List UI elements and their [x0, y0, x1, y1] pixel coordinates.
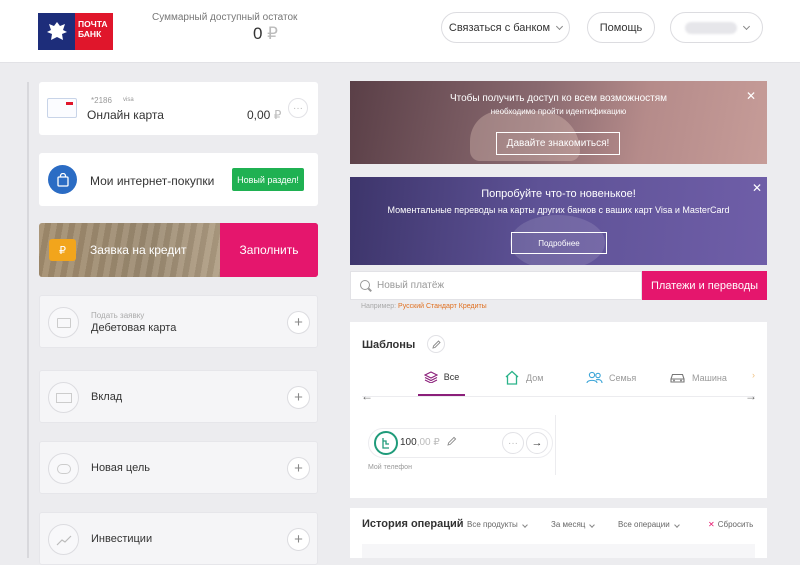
left-scroll-track [27, 82, 29, 558]
shopping-bag-icon [48, 165, 77, 194]
close-icon[interactable]: ✕ [746, 89, 756, 103]
debit-card-icon [48, 307, 79, 338]
card-more-button[interactable]: ··· [288, 98, 308, 118]
user-name-blurred [684, 21, 737, 34]
eagle-emblem-icon [38, 13, 75, 50]
identification-banner-subtext: необходимо пройти идентификацию [490, 107, 627, 116]
piggy-bank-icon [48, 453, 79, 484]
new-payment-search [350, 271, 642, 300]
new-goal-label: Новая цель [91, 462, 150, 474]
hint-example-link[interactable]: Русский Стандарт Кредиты [398, 303, 487, 310]
deposit-label: Вклад [91, 391, 123, 403]
new-payment-input[interactable] [377, 272, 637, 299]
deposit-icon [48, 382, 79, 413]
tab-car[interactable]: Машина [669, 359, 727, 396]
user-menu-button[interactable] [670, 12, 763, 43]
phone-payment-icon [374, 431, 398, 455]
pochta-bank-logo[interactable]: ПОЧТА БАНК [38, 13, 113, 50]
identification-banner-text: Чтобы получить доступ ко всем возможност… [449, 93, 668, 104]
identification-banner: Чтобы получить доступ ко всем возможност… [350, 81, 767, 164]
history-row-placeholder [362, 544, 755, 558]
credit-application-tile[interactable]: ₽ Заявка на кредит Заполнить [39, 223, 318, 277]
arrow-left-icon[interactable]: ← [361, 389, 373, 403]
templates-panel: Шаблоны Все Дом Семья Машина › ← → 100,0… [350, 322, 767, 498]
chevron-down-icon [521, 522, 528, 528]
transfers-promo-title: Попробуйте что-то новенькое! [481, 188, 636, 200]
edit-templates-button[interactable] [427, 335, 445, 353]
total-balance-label: Суммарный доступный остаток [152, 12, 298, 23]
investments-label: Инвестиции [91, 533, 153, 545]
more-details-button[interactable]: Подробнее [511, 232, 607, 254]
filter-period-dropdown[interactable]: За месяц [551, 520, 596, 529]
chevron-down-icon [673, 522, 680, 528]
chevron-down-icon [742, 22, 750, 30]
debit-card-tile[interactable]: Подать заявку Дебетовая карта + [39, 295, 318, 348]
logo-text: ПОЧТА БАНК [75, 13, 113, 50]
deposit-tile[interactable]: Вклад + [39, 370, 318, 423]
add-debit-card-button[interactable]: + [287, 311, 310, 334]
template-more-button[interactable]: ··· [502, 432, 524, 454]
help-button[interactable]: Помощь [587, 12, 655, 43]
internet-purchases-tile[interactable]: Мои интернет-покупки Новый раздел! [39, 153, 318, 206]
tabs-scroll-hint: › [752, 370, 755, 380]
card-balance: 0,00 ₽ [247, 108, 282, 122]
payments-transfers-button[interactable]: Платежи и переводы [642, 271, 767, 300]
filter-products-dropdown[interactable]: Все продукты [467, 520, 528, 529]
investments-tile[interactable]: Инвестиции + [39, 512, 318, 565]
tab-family[interactable]: Семья [586, 359, 636, 396]
template-pay-button[interactable]: → [526, 432, 548, 454]
add-goal-button[interactable]: + [287, 457, 310, 480]
tab-all[interactable]: Все [418, 359, 465, 396]
get-acquainted-button[interactable]: Давайте знакомиться! [496, 132, 620, 155]
apply-label: Подать заявку [91, 311, 145, 320]
template-label: Мой телефон [368, 464, 412, 471]
tabs-divider [362, 396, 755, 397]
pencil-icon[interactable] [447, 436, 457, 446]
close-icon[interactable]: ✕ [752, 181, 762, 195]
add-deposit-button[interactable]: + [287, 386, 310, 409]
transfers-promo-banner: Попробуйте что-то новенькое! Моментальны… [350, 177, 767, 265]
chevron-down-icon [589, 522, 596, 528]
total-balance-value: 0 ₽ [252, 24, 278, 43]
car-icon [670, 373, 685, 383]
debit-card-label: Дебетовая карта [91, 322, 177, 334]
tab-home[interactable]: Дом [504, 359, 543, 396]
contact-bank-button[interactable]: Связаться с банком [441, 12, 570, 43]
chart-trend-icon [48, 524, 79, 555]
card-network: visa [123, 97, 134, 103]
transfers-promo-text: Моментальные переводы на карты других ба… [387, 205, 730, 215]
pencil-icon [431, 339, 441, 349]
close-icon: ✕ [708, 520, 715, 529]
fill-application-button[interactable]: Заполнить [220, 223, 318, 277]
new-section-badge: Новый раздел! [232, 168, 304, 191]
search-icon [360, 280, 370, 290]
reset-filters-button[interactable]: ✕ Сбросить [708, 520, 753, 529]
templates-title: Шаблоны [362, 339, 416, 351]
add-investment-button[interactable]: + [287, 528, 310, 551]
card-number: *2186 [91, 96, 112, 105]
chevron-down-icon [556, 22, 564, 30]
template-amount: 100,00 ₽ [400, 437, 440, 448]
template-item[interactable]: 100,00 ₽ ··· → [368, 428, 553, 458]
operations-history-panel: История операций Все продукты За месяц В… [350, 508, 767, 558]
house-icon [505, 370, 519, 385]
online-card-tile[interactable]: *2186 visa Онлайн карта 0,00 ₽ ··· [39, 82, 318, 135]
card-name: Онлайн карта [87, 108, 164, 122]
people-icon [586, 371, 603, 384]
internet-purchases-label: Мои интернет-покупки [90, 174, 215, 188]
layers-icon [423, 370, 438, 383]
new-goal-tile[interactable]: Новая цель + [39, 441, 318, 494]
credit-application-label: Заявка на кредит [90, 243, 187, 257]
ruble-wallet-icon: ₽ [49, 239, 76, 261]
filter-operations-dropdown[interactable]: Все операции [618, 520, 680, 529]
operations-history-title: История операций [362, 518, 464, 530]
header: ПОЧТА БАНК Суммарный доступный остаток 0… [0, 0, 800, 63]
bank-card-icon [47, 98, 77, 118]
search-hint: Например: Русский Стандарт Кредиты [361, 303, 487, 310]
template-divider [555, 415, 556, 475]
arrow-right-icon[interactable]: → [745, 389, 757, 403]
